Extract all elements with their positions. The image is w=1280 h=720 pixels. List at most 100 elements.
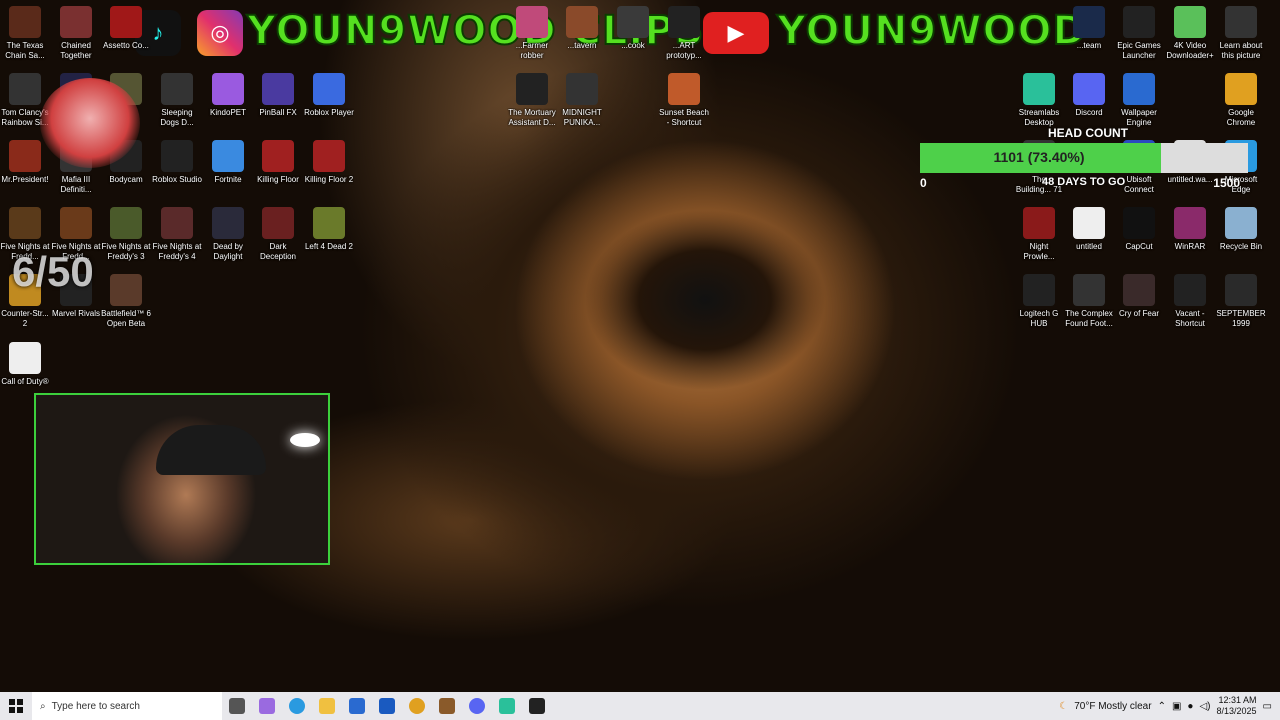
desktop-shortcut[interactable]: ...tavern [557, 6, 607, 51]
desktop-shortcut[interactable]: Five Nights at Freddy's 3 [101, 207, 151, 262]
desktop-shortcut[interactable]: Vacant - Shortcut [1165, 274, 1215, 329]
shortcut-label: Roblox Player [304, 108, 354, 117]
taskbar-minecraft[interactable] [432, 692, 462, 720]
desktop-shortcut[interactable]: Dark Deception [253, 207, 303, 262]
chevron-up-icon[interactable]: ⌃ [1158, 701, 1166, 712]
app-icon [668, 73, 700, 105]
desktop-shortcut[interactable]: untitled [1064, 207, 1114, 252]
shortcut-label: Roblox Studio [152, 175, 202, 184]
chrome-icon [409, 698, 425, 714]
streamlabs-icon [499, 698, 515, 714]
desktop-shortcut[interactable]: Assetto Co... [101, 6, 151, 51]
weather-text[interactable]: 70°F Mostly clear [1074, 701, 1151, 712]
desktop-shortcut[interactable]: WinRAR [1165, 207, 1215, 252]
shortcut-label: The Complex Found Foot... [1065, 309, 1113, 328]
app-icon [110, 274, 142, 306]
taskbar-file-explorer[interactable] [312, 692, 342, 720]
desktop-shortcut[interactable]: The Mortuary Assistant D... [507, 73, 557, 128]
microphone-icon[interactable]: ● [1187, 701, 1193, 712]
desktop-shortcut[interactable]: Streamlabs Desktop [1014, 73, 1064, 128]
desktop-shortcut[interactable]: Battlefield™ 6 Open Beta [101, 274, 151, 329]
desktop-shortcut[interactable]: Wallpaper Engine [1114, 73, 1164, 128]
start-button[interactable] [0, 692, 32, 720]
desktop-shortcut[interactable]: Mr.President! [0, 140, 50, 185]
desktop-shortcut[interactable]: Sunset Beach - Shortcut [659, 73, 709, 128]
desktop-shortcut[interactable]: ...team [1064, 6, 1114, 51]
desktop-shortcut[interactable]: Dead by Daylight [203, 207, 253, 262]
shortcut-label: ...Farmer robber [515, 41, 549, 60]
app-icon [1174, 274, 1206, 306]
shortcut-label: The Texas Chain Sa... [5, 41, 45, 60]
volume-icon[interactable]: ◁) [1199, 701, 1210, 712]
app-icon [1174, 6, 1206, 38]
app-icon [9, 73, 41, 105]
folder-icon [319, 698, 335, 714]
shortcut-label: Left 4 Dead 2 [304, 242, 354, 251]
taskbar-store[interactable] [342, 692, 372, 720]
app-icon [110, 207, 142, 239]
desktop-shortcut[interactable]: KindoPET [203, 73, 253, 118]
desktop-shortcut[interactable]: Five Nights at Freddy's 4 [152, 207, 202, 262]
app-icon [110, 6, 142, 38]
desktop-shortcut[interactable]: Discord [1064, 73, 1114, 118]
desktop-shortcut[interactable]: MIDNIGHT PUNIKA... [557, 73, 607, 128]
desktop-shortcut[interactable]: Roblox Player [304, 73, 354, 118]
taskbar-copilot[interactable] [252, 692, 282, 720]
app-icon [1073, 73, 1105, 105]
desktop-shortcut[interactable]: ...ART prototyp... [659, 6, 709, 61]
desktop-shortcut[interactable]: Killing Floor [253, 140, 303, 185]
task-view-button[interactable] [222, 692, 252, 720]
shortcut-label: PinBall FX [259, 108, 297, 117]
app-icon [313, 207, 345, 239]
desktop-shortcut[interactable]: Sleeping Dogs D... [152, 73, 202, 128]
desktop-shortcut[interactable]: CapCut [1114, 207, 1164, 252]
desktop-shortcut[interactable]: Logitech G HUB [1014, 274, 1064, 329]
desktop-shortcut[interactable]: Epic Games Launcher [1114, 6, 1164, 61]
desktop-shortcut[interactable]: Cry of Fear [1114, 274, 1164, 319]
desktop-shortcut[interactable]: Recycle Bin [1216, 207, 1266, 252]
taskbar-call-of-duty[interactable] [522, 692, 552, 720]
desktop-shortcut[interactable]: ...cook [608, 6, 658, 51]
taskbar-chrome[interactable] [402, 692, 432, 720]
webcam-ring-light [290, 433, 320, 447]
desktop-shortcut[interactable]: Google Chrome [1216, 73, 1266, 128]
taskbar-edge[interactable] [282, 692, 312, 720]
shortcut-label: WinRAR [1174, 242, 1206, 251]
shortcut-label: Marvel Rivals [51, 309, 100, 318]
youtube-icon: ▶ [703, 12, 769, 54]
app-icon [161, 73, 193, 105]
shortcut-label: Five Nights at Freddy's 3 [101, 242, 151, 261]
desktop-shortcut[interactable]: SEPTEMBER 1999 [1216, 274, 1266, 329]
taskbar-search[interactable]: ⌕ Type here to search [32, 692, 222, 720]
network-icon[interactable]: ▣ [1172, 701, 1181, 712]
headcount-widget: HEAD COUNT 1101 (73.40%) 0 48 DAYS TO GO… [920, 126, 1250, 196]
desktop-shortcut[interactable]: The Texas Chain Sa... [0, 6, 50, 61]
desktop-shortcut[interactable]: Left 4 Dead 2 [304, 207, 354, 252]
shortcut-label: ...tavern [567, 41, 597, 50]
shortcut-label: Dark Deception [259, 242, 297, 261]
shortcut-label: Battlefield™ 6 Open Beta [101, 309, 151, 328]
desktop-shortcut[interactable]: Call of Duty® [0, 342, 50, 387]
desktop-shortcut[interactable]: Fortnite [203, 140, 253, 185]
desktop-shortcut[interactable]: Chained Together [51, 6, 101, 61]
desktop-shortcut[interactable]: Learn about this picture [1216, 6, 1266, 61]
notification-icon[interactable]: ▭ [1263, 701, 1272, 712]
taskbar-discord[interactable] [462, 692, 492, 720]
store-icon [349, 698, 365, 714]
app-icon [60, 6, 92, 38]
desktop-shortcut[interactable]: PinBall FX [253, 73, 303, 118]
app-icon [212, 207, 244, 239]
clock[interactable]: 12:31 AM 8/13/2025 [1217, 695, 1257, 717]
desktop-shortcut[interactable]: ...Farmer robber [507, 6, 557, 61]
taskbar-streamlabs[interactable] [492, 692, 522, 720]
app-icon [262, 207, 294, 239]
shortcut-label: Google Chrome [1226, 108, 1256, 127]
desktop-shortcut[interactable]: Roblox Studio [152, 140, 202, 185]
desktop-shortcut[interactable]: The Complex Found Foot... [1064, 274, 1114, 329]
search-icon: ⌕ [40, 700, 46, 712]
taskbar-outlook[interactable] [372, 692, 402, 720]
desktop-shortcut[interactable]: Killing Floor 2 [304, 140, 354, 185]
shortcut-label: CapCut [1125, 242, 1153, 251]
desktop-shortcut[interactable]: Night Prowle... [1014, 207, 1064, 262]
desktop-shortcut[interactable]: 4K Video Downloader+ [1165, 6, 1215, 61]
